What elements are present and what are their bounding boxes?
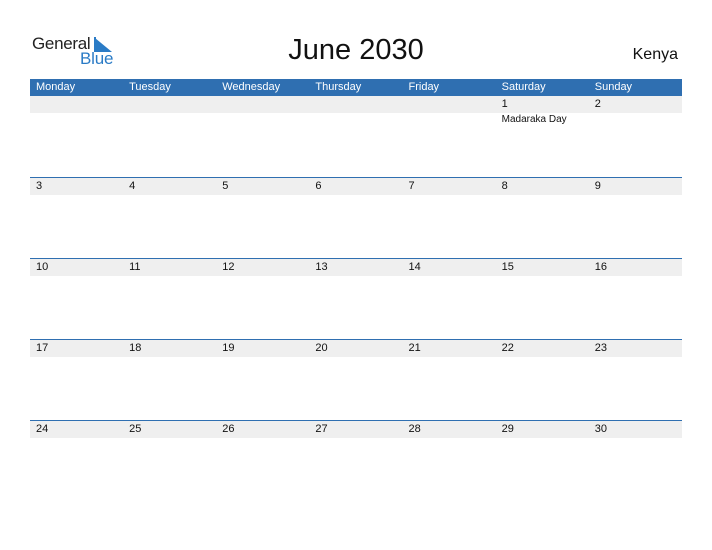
holiday-label <box>309 276 402 277</box>
calendar-week: 10 11 12 13 14 15 16 <box>30 258 682 339</box>
date-strip: 12 <box>30 96 682 113</box>
calendar-week: 17 18 19 20 21 22 23 <box>30 339 682 420</box>
date-strip: 3 4 5 6 7 8 9 <box>30 178 682 195</box>
holiday-label <box>123 276 216 277</box>
holiday-label <box>30 113 123 125</box>
day-number: 30 <box>594 423 607 435</box>
holiday-label <box>30 357 123 358</box>
holiday-label <box>403 357 496 358</box>
holiday-label <box>30 276 123 277</box>
events-row <box>30 438 682 439</box>
events-row <box>30 276 682 277</box>
holiday-label <box>123 195 216 196</box>
day-number: 18 <box>129 342 142 354</box>
day-number: 1 <box>501 98 508 110</box>
holiday-label <box>403 195 496 196</box>
holiday-label <box>123 357 216 358</box>
weekday-thursday: Thursday <box>315 81 362 93</box>
holiday-label <box>123 438 216 439</box>
holiday-label: Madaraka Day <box>501 114 567 125</box>
day-number: 13 <box>315 261 328 273</box>
holiday-label <box>216 438 309 439</box>
day-number: 10 <box>36 261 49 273</box>
weekday-sunday: Sunday <box>594 81 633 93</box>
day-number: 15 <box>501 261 514 273</box>
date-strip: 10 11 12 13 14 15 16 <box>30 259 682 276</box>
holiday-label <box>496 195 589 196</box>
day-number: 17 <box>36 342 49 354</box>
day-number <box>309 96 402 113</box>
day-number: 4 <box>129 180 136 192</box>
day-number: 20 <box>315 342 328 354</box>
holiday-label <box>216 357 309 358</box>
holiday-label <box>589 113 682 125</box>
holiday-label <box>496 438 589 439</box>
holiday-label <box>403 276 496 277</box>
day-number <box>403 96 496 113</box>
calendar-grid: Monday Tuesday Wednesday Thursday Friday Satu… <box>30 79 682 501</box>
holiday-label <box>496 276 589 277</box>
date-strip: 24 25 26 27 28 29 30 <box>30 421 682 438</box>
day-number <box>123 96 216 113</box>
day-number: 26 <box>222 423 235 435</box>
holiday-label <box>309 438 402 439</box>
day-number: 8 <box>501 180 508 192</box>
calendar-week: 24 25 26 27 28 29 30 <box>30 420 682 501</box>
holiday-label <box>216 195 309 196</box>
events-row: Madaraka Day <box>30 113 682 125</box>
holiday-label <box>309 195 402 196</box>
day-number: 25 <box>129 423 142 435</box>
day-number: 29 <box>501 423 514 435</box>
day-number: 28 <box>408 423 421 435</box>
day-number: 12 <box>222 261 235 273</box>
events-row <box>30 195 682 196</box>
weekday-header: Monday Tuesday Wednesday Thursday Friday Satu… <box>30 79 682 96</box>
day-number: 21 <box>408 342 421 354</box>
day-number: 23 <box>594 342 607 354</box>
holiday-label <box>30 438 123 439</box>
holiday-label <box>403 113 496 125</box>
weekday-friday: Friday <box>408 81 440 93</box>
holiday-label <box>309 357 402 358</box>
weekday-wednesday: Wednesday <box>222 81 281 93</box>
holiday-label <box>216 113 309 125</box>
page-title: June 2030 <box>288 34 424 66</box>
day-number: 6 <box>315 180 322 192</box>
holiday-label <box>403 438 496 439</box>
day-number: 24 <box>36 423 49 435</box>
day-number: 14 <box>408 261 421 273</box>
day-number: 9 <box>594 180 601 192</box>
weekday-monday: Monday <box>36 81 76 93</box>
day-number: 27 <box>315 423 328 435</box>
holiday-label <box>309 113 402 125</box>
holiday-label <box>589 276 682 277</box>
weekday-tuesday: Tuesday <box>129 81 171 93</box>
day-number: 19 <box>222 342 235 354</box>
day-number: 7 <box>408 180 415 192</box>
calendar-weeks: 1 2 Madaraka Day 3 4 5 6 7 8 9 10 11 12 13 14 15 16 17 18 1… <box>30 96 682 501</box>
holiday-label <box>589 438 682 439</box>
day-number <box>30 96 123 113</box>
holiday-label <box>589 195 682 196</box>
calendar-week: 3 4 5 6 7 8 9 <box>30 177 682 258</box>
day-number: 11 <box>129 261 141 273</box>
day-number: 22 <box>501 342 514 354</box>
weekday-saturday: Saturday <box>501 81 546 93</box>
holiday-label <box>123 113 216 125</box>
day-number: 3 <box>36 180 43 192</box>
holiday-label <box>589 357 682 358</box>
day-number <box>216 96 309 113</box>
calendar-week: 1 2 Madaraka Day <box>30 96 682 177</box>
day-number: 5 <box>222 180 229 192</box>
day-number: 16 <box>594 261 607 273</box>
holiday-label <box>216 276 309 277</box>
events-row <box>30 357 682 358</box>
holiday-label <box>496 357 589 358</box>
day-number: 2 <box>594 98 601 110</box>
date-strip: 17 18 19 20 21 22 23 <box>30 340 682 357</box>
country-label: Kenya <box>632 46 678 63</box>
holiday-label <box>30 195 123 196</box>
